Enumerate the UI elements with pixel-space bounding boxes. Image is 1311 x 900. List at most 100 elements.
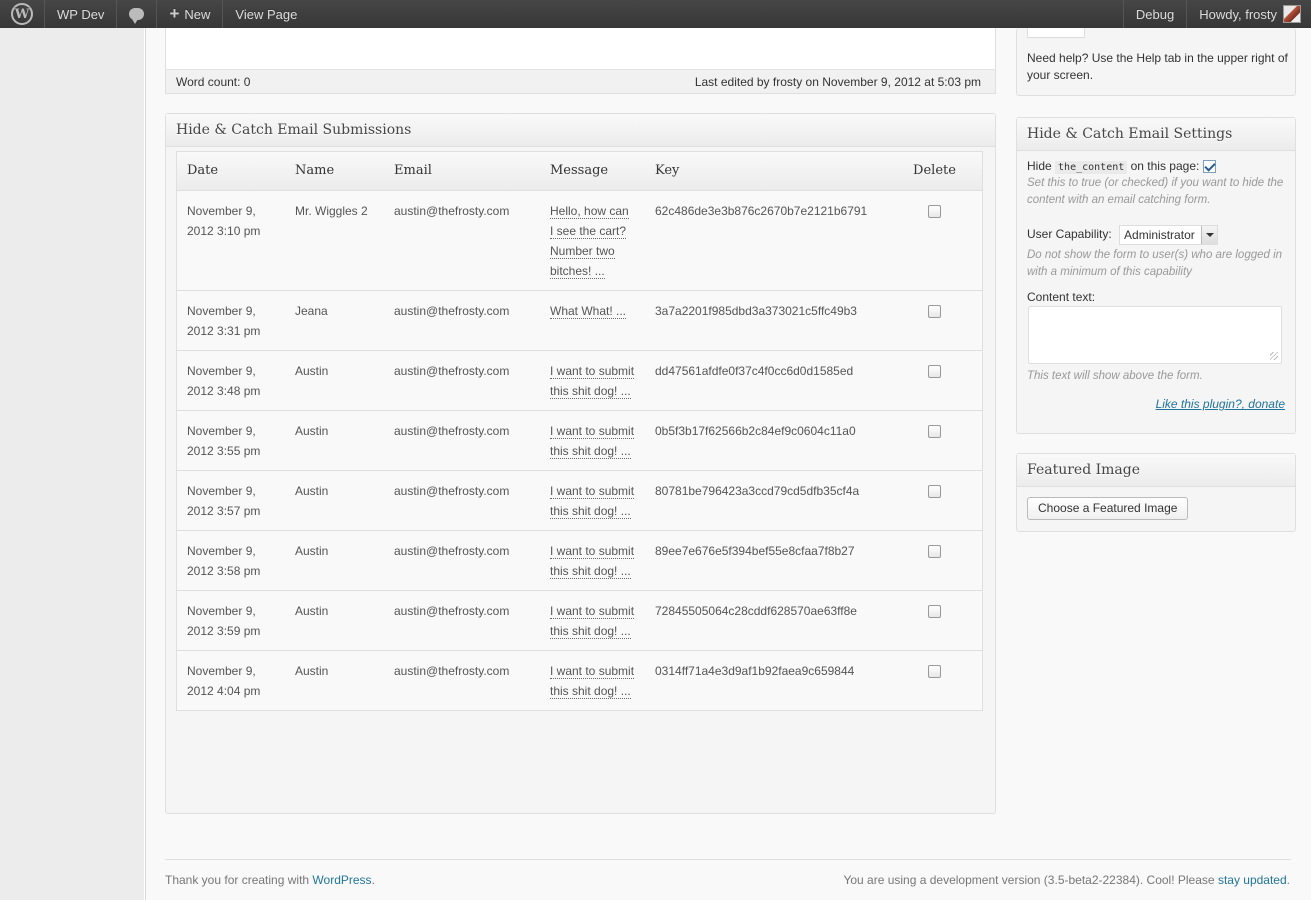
- wordpress-link[interactable]: WordPress: [312, 873, 371, 887]
- delete-checkbox[interactable]: [928, 364, 941, 378]
- view-page-link[interactable]: View Page: [223, 0, 309, 28]
- email-submissions-title[interactable]: Hide & Catch Email Submissions: [166, 114, 995, 147]
- donate-row: Like this plugin?, donate: [1027, 397, 1285, 411]
- table-row: November 9, 2012 3:10 pm Mr. Wiggles 2 a…: [177, 189, 982, 291]
- message-tooltip-text[interactable]: I want to submit this shit dog! ...: [550, 543, 635, 579]
- table-row: November 9, 2012 3:55 pm Austin austin@t…: [177, 409, 982, 471]
- content-text-desc: This text will show above the form.: [1027, 370, 1203, 383]
- word-count: Word count: 0: [176, 74, 251, 89]
- cell-key: 0b5f3b17f62566b2c84ef9c0604c11a0: [645, 409, 887, 471]
- settings-body: Hide the_content on this page: Set this …: [1017, 151, 1295, 419]
- cell-name: Austin: [285, 589, 384, 651]
- cell-email: austin@thefrosty.com: [384, 409, 540, 471]
- table-row: November 9, 2012 3:59 pm Austin austin@t…: [177, 589, 982, 651]
- featured-image-title[interactable]: Featured Image: [1017, 454, 1295, 487]
- cell-message: Hello, how can I see the cart? Number tw…: [540, 189, 645, 291]
- featured-image-box: Featured Image Choose a Featured Image: [1016, 453, 1296, 532]
- submissions-table-wrap: Date Name Email Message Key Delete Novem…: [176, 151, 983, 711]
- message-tooltip-text[interactable]: I want to submit this shit dog! ...: [550, 603, 635, 639]
- hide-prefix: Hide: [1027, 159, 1052, 173]
- donate-link[interactable]: Like this plugin?, donate: [1156, 397, 1285, 411]
- new-content-menu[interactable]: + New: [157, 0, 224, 28]
- content-text-input[interactable]: [1028, 306, 1282, 365]
- column-name: Name: [285, 152, 384, 191]
- table-row: November 9, 2012 3:31 pm Jeana austin@th…: [177, 289, 982, 351]
- cell-date: November 9, 2012 3:57 pm: [177, 469, 285, 531]
- message-tooltip-text[interactable]: I want to submit this shit dog! ...: [550, 663, 635, 699]
- footer-right-text: You are using a development version (3.5…: [843, 873, 1215, 887]
- capability-desc: Do not show the form to user(s) who are …: [1027, 249, 1283, 279]
- hide-suffix: on this page:: [1130, 159, 1200, 173]
- cell-email: austin@thefrosty.com: [384, 649, 540, 710]
- capability-select[interactable]: Administrator: [1119, 225, 1218, 246]
- table-row: November 9, 2012 3:48 pm Austin austin@t…: [177, 349, 982, 411]
- post-editor[interactable]: Word count: 0 Last edited by frosty on N…: [165, 28, 996, 94]
- cell-key: 3a7a2201f985dbd3a373021c5ffc49b3: [645, 289, 887, 351]
- cell-delete: [887, 189, 982, 291]
- publish-box-bottom: Need help? Use the Help tab in the upper…: [1016, 20, 1296, 96]
- wordpress-logo-icon: W: [11, 3, 33, 25]
- cell-key: 0314ff71a4e3d9af1b92faea9c659844: [645, 649, 887, 710]
- table-row: November 9, 2012 4:04 pm Austin austin@t…: [177, 649, 982, 710]
- column-key: Key: [645, 152, 887, 191]
- debug-menu[interactable]: Debug: [1122, 0, 1186, 28]
- cell-email: austin@thefrosty.com: [384, 529, 540, 591]
- footer-divider: [165, 859, 1291, 860]
- wordpress-logo-menu[interactable]: W: [0, 0, 45, 28]
- delete-checkbox[interactable]: [928, 484, 941, 498]
- message-tooltip-text[interactable]: What What! ...: [550, 303, 627, 319]
- hide-content-checkbox[interactable]: [1202, 160, 1216, 174]
- cell-date: November 9, 2012 3:55 pm: [177, 409, 285, 471]
- cell-key: 89ee7e676e5f394bef55e8cfaa7f8b27: [645, 529, 887, 591]
- delete-checkbox[interactable]: [928, 544, 941, 558]
- hide-content-row: Hide the_content on this page:: [1027, 159, 1285, 174]
- hide-code: the_content: [1055, 161, 1128, 174]
- delete-checkbox[interactable]: [928, 204, 941, 218]
- submissions-table: Date Name Email Message Key Delete Novem…: [177, 152, 982, 710]
- delete-checkbox[interactable]: [928, 424, 941, 438]
- capability-row: User Capability: Administrator: [1027, 225, 1285, 246]
- plus-icon: +: [169, 4, 180, 23]
- message-tooltip-text[interactable]: I want to submit this shit dog! ...: [550, 423, 635, 459]
- delete-checkbox[interactable]: [928, 664, 941, 678]
- message-tooltip-text[interactable]: I want to submit this shit dog! ...: [550, 483, 635, 519]
- help-text: Need help? Use the Help tab in the upper…: [1027, 51, 1288, 82]
- message-tooltip-text[interactable]: I want to submit this shit dog! ...: [550, 363, 635, 399]
- cell-date: November 9, 2012 3:59 pm: [177, 589, 285, 651]
- cell-name: Austin: [285, 409, 384, 471]
- footer-thankyou: Thank you for creating with WordPress.: [165, 873, 375, 887]
- last-edited: Last edited by frosty on November 9, 201…: [694, 74, 981, 89]
- cell-message: I want to submit this shit dog! ...: [540, 649, 645, 710]
- stay-updated-link[interactable]: stay updated: [1218, 873, 1287, 887]
- editor-status-bar: Word count: 0 Last edited by frosty on N…: [166, 69, 995, 93]
- resize-grip-icon[interactable]: [1270, 352, 1278, 361]
- account-menu[interactable]: Howdy, frosty: [1186, 0, 1311, 28]
- message-tooltip-text[interactable]: Hello, how can I see the cart? Number tw…: [550, 203, 629, 279]
- column-date: Date: [177, 152, 285, 191]
- howdy-label: Howdy, frosty: [1199, 6, 1277, 22]
- admin-bar: W WP Dev + New View Page Debug Howdy, fr…: [0, 0, 1311, 28]
- cell-name: Austin: [285, 349, 384, 411]
- cell-delete: [887, 289, 982, 351]
- cell-email: austin@thefrosty.com: [384, 349, 540, 411]
- dropdown-arrow-icon: [1200, 226, 1217, 245]
- cell-delete: [887, 409, 982, 471]
- site-name-link[interactable]: WP Dev: [45, 0, 118, 28]
- footer-left-text: Thank you for creating with: [165, 873, 310, 887]
- table-header-row: Date Name Email Message Key Delete: [177, 152, 982, 191]
- cell-key: 62c486de3e3b876c2670b7e2121b6791: [645, 189, 887, 291]
- new-label: New: [184, 6, 211, 22]
- delete-checkbox[interactable]: [928, 304, 941, 318]
- choose-featured-image-button[interactable]: Choose a Featured Image: [1027, 497, 1189, 520]
- footer-period-right: .: [1286, 873, 1290, 887]
- cell-message: I want to submit this shit dog! ...: [540, 469, 645, 531]
- table-row: November 9, 2012 3:57 pm Austin austin@t…: [177, 469, 982, 531]
- settings-title[interactable]: Hide & Catch Email Settings: [1017, 118, 1295, 151]
- cell-key: 72845505064c28cddf628570ae63ff8e: [645, 589, 887, 651]
- cell-key: dd47561afdfe0f37c4f0cc6d0d1585ed: [645, 349, 887, 411]
- capability-value: Administrator: [1124, 228, 1195, 243]
- comments-menu[interactable]: [117, 0, 158, 28]
- cell-email: austin@thefrosty.com: [384, 589, 540, 651]
- delete-checkbox[interactable]: [928, 604, 941, 618]
- column-message: Message: [540, 152, 645, 191]
